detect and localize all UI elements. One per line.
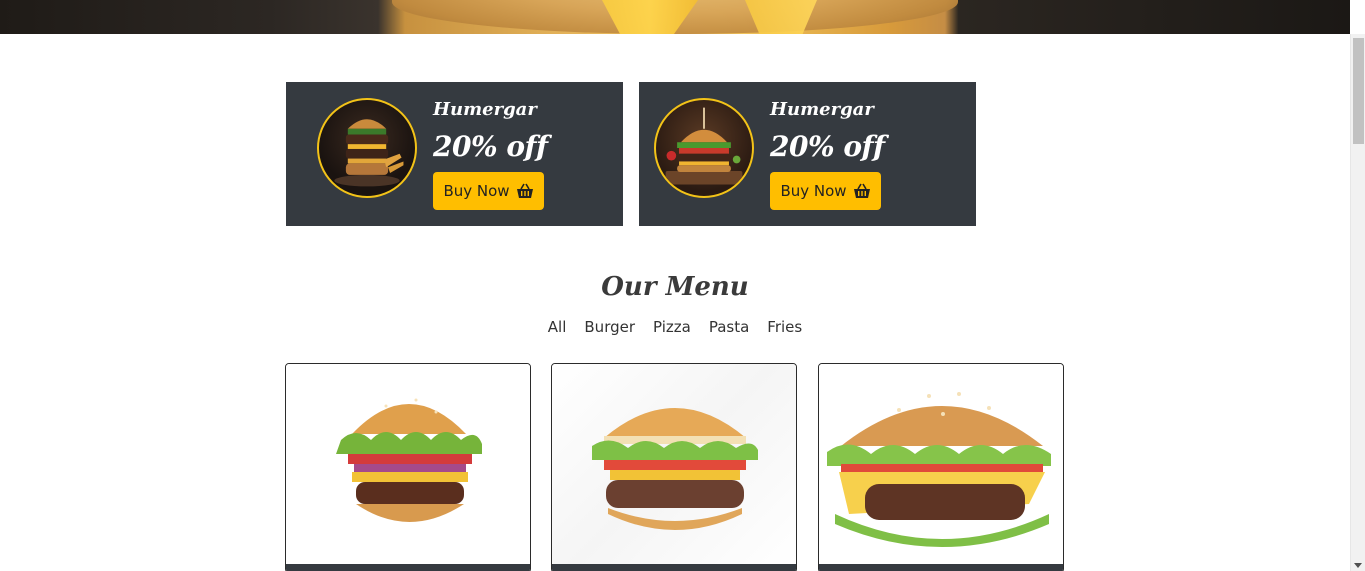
offer-title: Humergar xyxy=(770,99,874,120)
offer-box-1: Humergar 20% off Buy Now xyxy=(286,82,623,226)
offer-discount: 20% off xyxy=(433,130,548,163)
basket-icon xyxy=(516,183,534,199)
card-footer xyxy=(819,564,1063,571)
menu-card-3[interactable] xyxy=(818,363,1064,571)
card-footer xyxy=(552,564,796,571)
filter-pizza[interactable]: Pizza xyxy=(644,318,700,336)
menu-filters: All Burger Pizza Pasta Fries xyxy=(0,318,1350,336)
menu-card-2[interactable] xyxy=(551,363,797,571)
buy-now-button[interactable]: Buy Now xyxy=(433,172,544,210)
filter-burger[interactable]: Burger xyxy=(575,318,644,336)
menu-item-image-1 xyxy=(286,364,530,564)
filter-fries[interactable]: Fries xyxy=(758,318,811,336)
menu-item-image-2 xyxy=(552,364,796,564)
menu-item-image-3 xyxy=(819,364,1063,564)
card-footer xyxy=(286,564,530,571)
buy-now-label: Buy Now xyxy=(780,182,847,200)
offer-discount: 20% off xyxy=(770,130,885,163)
buy-now-label: Buy Now xyxy=(443,182,510,200)
offer-burger-image-2 xyxy=(654,98,754,198)
page-scrollbar[interactable] xyxy=(1350,34,1365,571)
hero-banner-image xyxy=(0,0,1350,34)
basket-icon xyxy=(853,183,871,199)
filter-pasta[interactable]: Pasta xyxy=(700,318,758,336)
menu-heading: Our Menu xyxy=(601,272,749,302)
scroll-down-arrow-icon[interactable] xyxy=(1354,563,1362,568)
scrollbar-thumb[interactable] xyxy=(1353,38,1364,144)
offer-box-2: Humergar 20% off Buy Now xyxy=(639,82,976,226)
offer-title: Humergar xyxy=(433,99,537,120)
menu-card-1[interactable] xyxy=(285,363,531,571)
filter-all[interactable]: All xyxy=(539,318,576,336)
buy-now-button[interactable]: Buy Now xyxy=(770,172,881,210)
offer-burger-image-1 xyxy=(317,98,417,198)
